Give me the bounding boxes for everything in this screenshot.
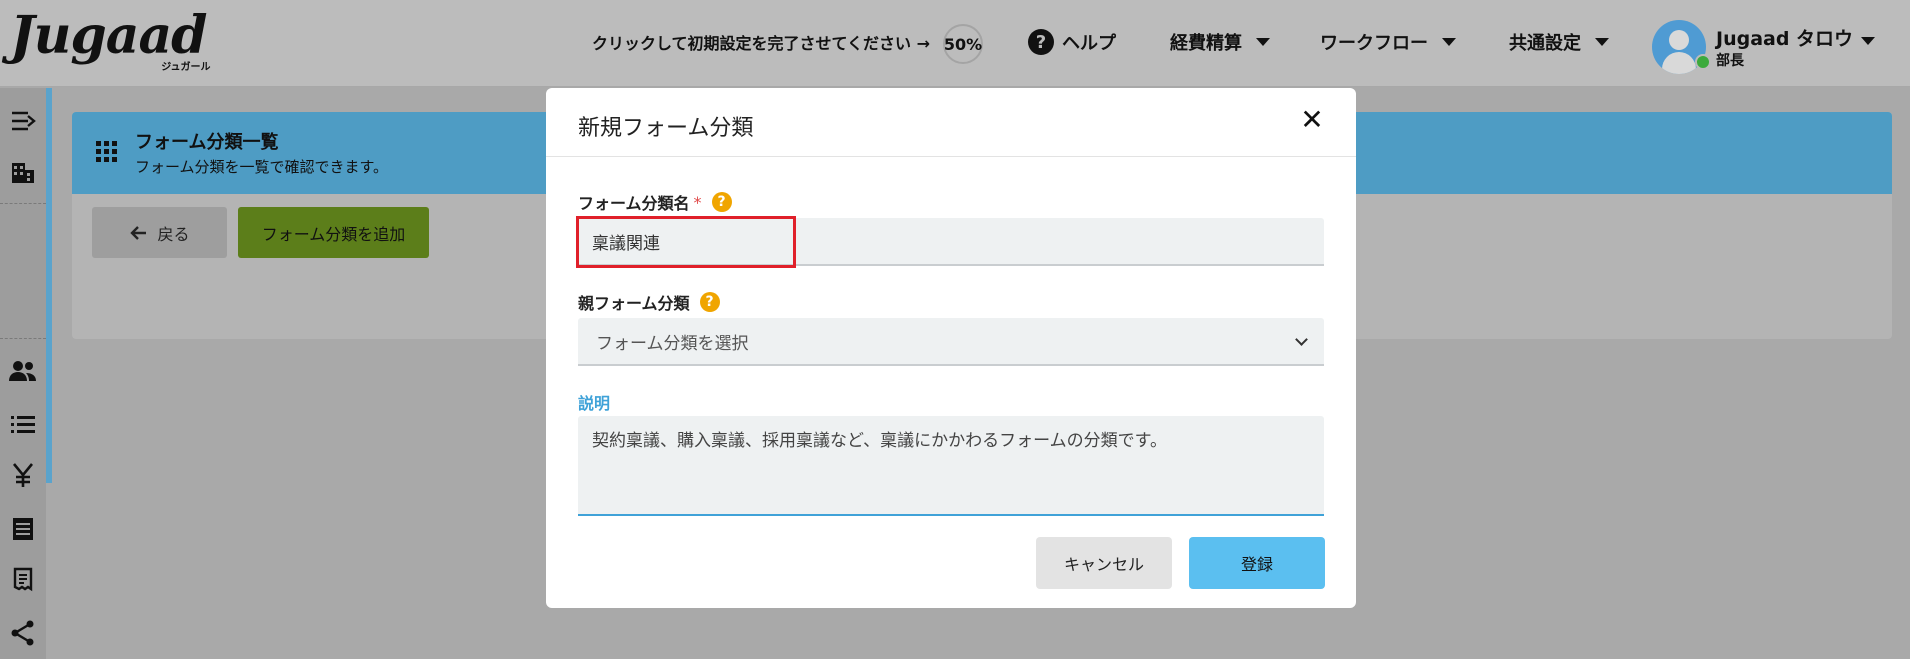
modal-title: 新規フォーム分類 — [578, 116, 754, 141]
yen-icon[interactable] — [8, 460, 38, 490]
grid-apps-icon — [96, 141, 117, 162]
required-mark: * — [693, 192, 702, 212]
parent-category-label: 親フォーム分類 ? — [578, 290, 720, 314]
document-form-icon[interactable] — [8, 514, 38, 544]
user-name[interactable]: Jugaad タロウ — [1716, 24, 1853, 51]
setup-prompt-link[interactable]: クリックして初期設定を完了させてください → — [592, 30, 930, 54]
app-logo[interactable]: Jugaad ジュガール — [10, 5, 211, 74]
parent-category-placeholder: フォーム分類を選択 — [596, 333, 749, 354]
description-textarea[interactable]: 契約稟議、購入稟議、採用稟議など、稟議にかかわるフォームの分類です。 — [578, 416, 1324, 516]
logo-text: Jugaad — [10, 5, 208, 66]
register-button[interactable]: 登録 — [1189, 537, 1325, 589]
description-label: 説明 — [578, 394, 611, 413]
caret-down-icon — [1256, 38, 1270, 46]
list-icon[interactable] — [8, 409, 38, 439]
company-building-icon[interactable] — [8, 158, 38, 188]
top-header: Jugaad ジュガール クリックして初期設定を完了させてください → 50% … — [0, 0, 1910, 87]
help-label: ヘルプ — [1062, 33, 1116, 54]
avatar-head-shape — [1669, 30, 1689, 50]
user-role: 部長 — [1716, 53, 1744, 69]
nav-workflow-label: ワークフロー — [1320, 33, 1428, 54]
nav-common-settings-menu[interactable]: 共通設定 — [1509, 29, 1609, 55]
category-name-input[interactable] — [578, 218, 1324, 266]
back-button-label: 戻る — [157, 224, 190, 244]
add-form-category-button[interactable]: フォーム分類を追加 — [238, 207, 429, 258]
parent-category-select[interactable]: フォーム分類を選択 — [578, 318, 1324, 366]
new-form-category-modal: 新規フォーム分類 ✕ フォーム分類名 * ? 親フォーム分類 ? フォーム分類を… — [546, 88, 1356, 608]
chevron-down-icon — [1295, 332, 1308, 346]
caret-down-icon — [1442, 38, 1456, 46]
page-subtitle: フォーム分類を一覧で確認できます。 — [135, 158, 389, 176]
setup-progress-value: 50% — [943, 34, 983, 54]
receipt-icon[interactable] — [8, 565, 38, 595]
caret-down-icon — [1595, 38, 1609, 46]
help-circle-icon: ? — [1028, 29, 1054, 55]
help-menu[interactable]: ? ヘルプ — [1028, 29, 1116, 55]
expand-sidebar-icon[interactable] — [8, 106, 38, 136]
sidebar-divider — [0, 203, 46, 204]
logo-subtext: ジュガール — [161, 62, 211, 73]
online-status-dot — [1695, 54, 1711, 70]
nav-workflow-menu[interactable]: ワークフロー — [1320, 29, 1456, 55]
setup-progress-ring[interactable]: 50% — [943, 24, 983, 64]
cancel-button[interactable]: キャンセル — [1036, 537, 1172, 589]
modal-header-divider — [546, 156, 1356, 157]
parent-category-label-text: 親フォーム分類 — [578, 294, 690, 313]
sidebar-divider — [0, 338, 46, 339]
help-question-icon[interactable]: ? — [699, 292, 720, 312]
share-icon[interactable] — [8, 618, 38, 648]
page-title: フォーム分類一覧 — [135, 132, 279, 153]
back-button[interactable]: 戻る — [92, 207, 227, 258]
sidebar-scroll-indicator — [46, 88, 52, 483]
arrow-left-icon — [130, 225, 147, 240]
category-name-label-text: フォーム分類名 — [578, 194, 690, 213]
caret-down-icon — [1861, 37, 1875, 45]
users-group-icon[interactable] — [8, 356, 38, 386]
avatar-body-shape — [1662, 52, 1696, 74]
category-name-label: フォーム分類名 * ? — [578, 190, 732, 214]
user-menu-toggle[interactable] — [1855, 37, 1875, 45]
help-question-icon[interactable]: ? — [711, 192, 732, 212]
nav-expense-menu[interactable]: 経費精算 — [1170, 29, 1270, 55]
nav-common-label: 共通設定 — [1509, 33, 1581, 54]
close-icon[interactable]: ✕ — [1298, 106, 1326, 134]
nav-expense-label: 経費精算 — [1170, 33, 1242, 54]
